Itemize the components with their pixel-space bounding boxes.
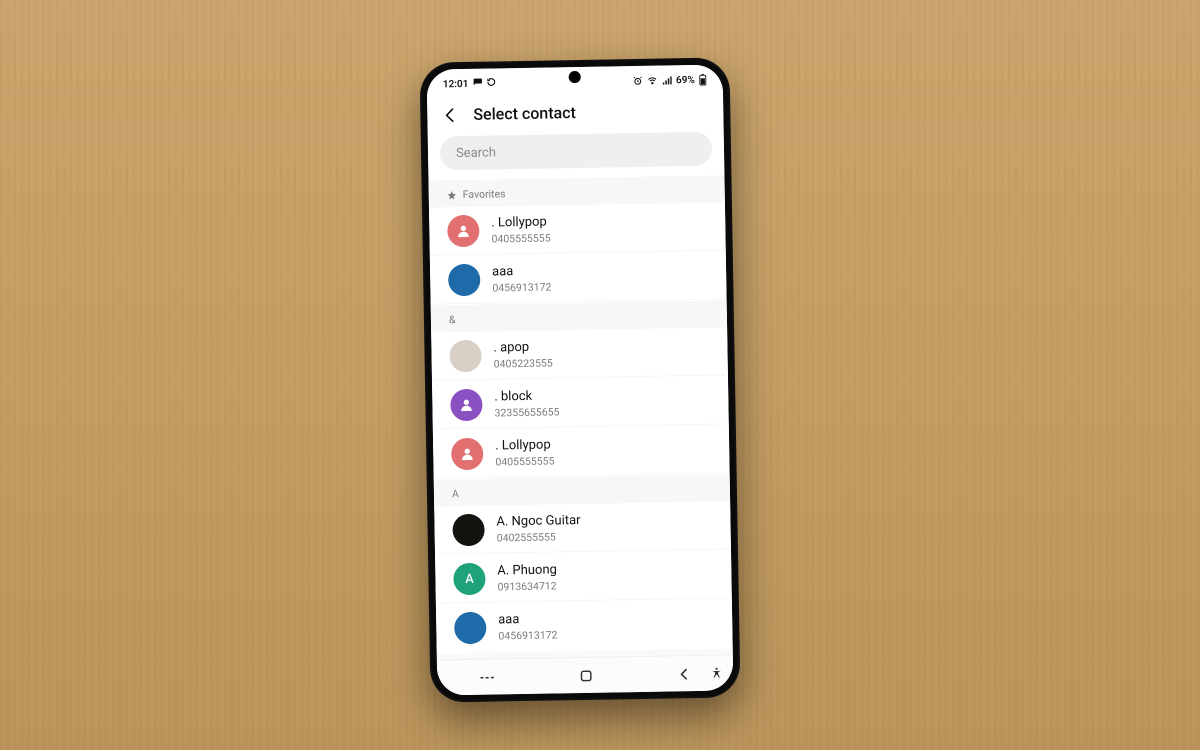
battery-text: 69% xyxy=(676,74,695,85)
alarm-icon xyxy=(633,76,643,86)
signal-icon xyxy=(662,75,672,85)
section-label: A xyxy=(452,487,459,500)
app-header: Select contact xyxy=(427,90,724,136)
refresh-icon xyxy=(486,77,495,89)
contact-number: 0405555555 xyxy=(491,231,550,245)
contacts-list[interactable]: Favorites. Lollypop0405555555aaa04569131… xyxy=(428,175,732,659)
contact-row[interactable]: . Lollypop0405555555 xyxy=(429,202,726,256)
contact-meta: . Lollypop0405555555 xyxy=(491,215,551,245)
contact-number: 0456913172 xyxy=(492,280,551,294)
status-time: 12:01 xyxy=(443,78,469,89)
contact-meta: aaa0456913172 xyxy=(492,264,552,294)
contact-meta: A. Phuong0913634712 xyxy=(497,563,557,593)
nav-back-button[interactable] xyxy=(676,666,692,682)
contact-meta: . apop0405223555 xyxy=(493,340,553,370)
contact-row[interactable]: A A. Phuong0913634712 xyxy=(435,550,732,604)
section-label: Favorites xyxy=(463,187,506,201)
avatar-image xyxy=(448,264,481,297)
phone-device: 12:01 69% xyxy=(419,57,740,702)
battery-icon xyxy=(699,74,707,86)
contact-name: aaa xyxy=(492,264,551,281)
section-label: & xyxy=(449,313,456,326)
contact-number: 0402555555 xyxy=(497,530,581,545)
contact-name: . apop xyxy=(493,340,552,357)
contact-name: A. Phuong xyxy=(497,563,557,580)
contact-row[interactable]: aaa0456913172 xyxy=(430,251,727,305)
message-icon xyxy=(472,77,482,90)
contact-number: 0405223555 xyxy=(494,356,553,370)
person-icon xyxy=(447,215,480,248)
wifi-icon xyxy=(647,76,658,86)
star-icon xyxy=(447,190,457,200)
contact-row[interactable]: . Lollypop0405555555 xyxy=(433,425,730,479)
search-input[interactable]: Search xyxy=(440,132,713,171)
avatar-letter: A xyxy=(453,563,486,596)
search-wrap: Search xyxy=(428,131,725,180)
contact-name: A. Ngoc Guitar xyxy=(496,513,580,531)
contact-name: . Lollypop xyxy=(491,215,550,232)
contact-number: 0456913172 xyxy=(498,628,557,642)
nav-accessibility-button[interactable] xyxy=(710,667,723,680)
contact-number: 32355655655 xyxy=(494,405,559,419)
contact-meta: . block32355655655 xyxy=(494,389,559,420)
avatar-image xyxy=(449,340,482,373)
contact-name: . block xyxy=(494,389,559,406)
contact-name: aaa xyxy=(498,612,557,629)
contact-row[interactable]: A. Ngoc Guitar0402555555 xyxy=(434,501,731,555)
avatar-image xyxy=(452,514,485,547)
contact-name: . Lollypop xyxy=(495,438,554,455)
search-placeholder: Search xyxy=(456,145,496,161)
nav-recents-button[interactable] xyxy=(478,668,496,686)
contact-number: 0913634712 xyxy=(497,579,557,593)
contact-meta: A. Ngoc Guitar0402555555 xyxy=(496,513,581,544)
contact-row[interactable]: aaa0456913172 xyxy=(436,599,733,653)
avatar-image xyxy=(454,612,487,645)
person-icon xyxy=(451,438,484,471)
system-nav-bar xyxy=(437,654,734,695)
contact-row[interactable]: . block32355655655 xyxy=(432,376,729,430)
contact-row[interactable]: . apop0405223555 xyxy=(431,327,728,381)
contact-meta: aaa0456913172 xyxy=(498,612,558,642)
contact-meta: . Lollypop0405555555 xyxy=(495,438,555,468)
nav-home-button[interactable] xyxy=(578,667,594,683)
screen: 12:01 69% xyxy=(427,64,734,695)
person-icon xyxy=(450,389,483,422)
back-button[interactable] xyxy=(441,106,459,124)
page-title: Select contact xyxy=(473,103,576,124)
contact-number: 0405555555 xyxy=(495,454,554,468)
